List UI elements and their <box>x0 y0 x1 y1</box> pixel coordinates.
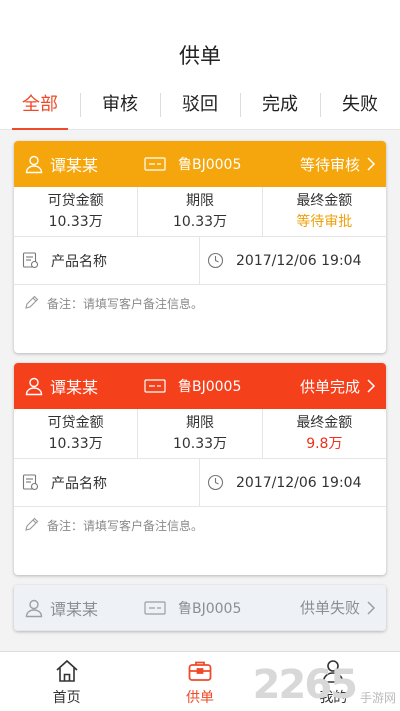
status-tabs: 全部 审核 驳回 完成 失败 <box>0 80 400 130</box>
product-cell: 产品名称 <box>14 459 200 506</box>
order-time: 2017/12/06 19:04 <box>236 252 362 269</box>
tab-failed[interactable]: 失败 <box>320 80 400 130</box>
loan-amount: 可贷金额 10.33万 <box>14 409 137 458</box>
tab-completed[interactable]: 完成 <box>240 80 320 130</box>
customer-name: 谭某某 <box>50 156 99 175</box>
customer-name: 谭某某 <box>50 599 99 619</box>
clock-icon <box>207 252 224 269</box>
plate-number: 鲁BJ0005 <box>178 379 242 395</box>
final-amount-label: 最终金额 <box>296 415 353 431</box>
card-header[interactable]: 谭某某 鲁BJ0005 供单完成 <box>14 363 386 409</box>
tab-rejected[interactable]: 驳回 <box>160 80 240 130</box>
id-card-icon <box>144 379 166 393</box>
nav-home[interactable]: 首页 <box>0 652 133 711</box>
note-row[interactable]: 备注：请填写客户备注信息。 <box>14 285 386 353</box>
id-card-icon <box>144 157 166 171</box>
note-row[interactable]: 备注：请填写客户备注信息。 <box>14 507 386 575</box>
tab-all[interactable]: 全部 <box>0 80 80 130</box>
chevron-right-icon <box>367 379 376 393</box>
nav-mine-label: 我的 <box>319 690 348 706</box>
order-card[interactable]: 谭某某 鲁BJ0005 供单失败 <box>14 585 386 631</box>
time-cell: 2017/12/06 19:04 <box>200 459 386 506</box>
pencil-icon <box>25 295 39 309</box>
amount-row: 可贷金额 10.33万 期限 10.33万 最终金额 9.8万 <box>14 409 386 459</box>
nav-home-label: 首页 <box>52 690 81 706</box>
card-header[interactable]: 谭某某 鲁BJ0005 等待审核 <box>14 141 386 187</box>
nav-orders-label: 供单 <box>185 690 214 706</box>
final-amount-value: 等待审批 <box>296 214 353 230</box>
final-amount: 最终金额 9.8万 <box>261 409 386 458</box>
customer-name: 谭某某 <box>50 378 99 397</box>
info-row: 产品名称 2017/12/06 19:04 <box>14 237 386 285</box>
time-cell: 2017/12/06 19:04 <box>200 237 386 284</box>
bottom-nav: 首页 供单 我的 <box>0 651 400 711</box>
status-badge: 供单完成 <box>299 377 360 396</box>
order-list: 谭某某 鲁BJ0005 等待审核 可贷金额 10.33万 期限 10.33万 最… <box>0 130 400 631</box>
loan-amount: 可贷金额 10.33万 <box>14 187 137 236</box>
product-name: 产品名称 <box>51 475 107 492</box>
tab-review[interactable]: 审核 <box>80 80 160 130</box>
info-row: 产品名称 2017/12/06 19:04 <box>14 459 386 507</box>
chevron-right-icon <box>367 600 376 615</box>
person-icon <box>323 660 344 683</box>
term-value: 10.33万 <box>172 436 228 452</box>
loan-amount-label: 可贷金额 <box>47 415 104 431</box>
term-label: 期限 <box>185 193 214 209</box>
plate-number: 鲁BJ0005 <box>178 157 242 173</box>
loan-amount-value: 10.33万 <box>48 436 103 452</box>
document-icon <box>22 252 39 269</box>
term-label: 期限 <box>185 415 214 431</box>
app-header: 供单 <box>0 0 400 80</box>
nav-mine[interactable]: 我的 <box>267 652 400 711</box>
plate-number: 鲁BJ0005 <box>178 600 242 617</box>
amount-row: 可贷金额 10.33万 期限 10.33万 最终金额 等待审批 <box>14 187 386 237</box>
chevron-right-icon <box>367 157 376 171</box>
term-value: 10.33万 <box>172 214 228 230</box>
user-icon <box>25 599 43 617</box>
pencil-icon <box>25 517 39 531</box>
product-name: 产品名称 <box>51 253 107 270</box>
loan-amount-label: 可贷金额 <box>47 193 104 209</box>
document-icon <box>22 474 39 491</box>
order-card[interactable]: 谭某某 鲁BJ0005 等待审核 可贷金额 10.33万 期限 10.33万 最… <box>14 141 386 353</box>
nav-orders[interactable]: 供单 <box>133 652 266 711</box>
user-icon <box>25 377 43 396</box>
note-text: 备注：请填写客户备注信息。 <box>47 297 204 311</box>
final-amount-label: 最终金额 <box>296 193 353 209</box>
note-text: 备注：请填写客户备注信息。 <box>47 519 204 533</box>
status-badge: 等待审核 <box>299 155 360 174</box>
briefcase-icon <box>188 661 212 681</box>
id-card-icon <box>144 600 166 615</box>
term: 期限 10.33万 <box>137 187 261 236</box>
status-badge: 供单失败 <box>299 599 360 617</box>
final-amount-value: 9.8万 <box>306 436 343 452</box>
final-amount: 最终金额 等待审批 <box>261 187 386 236</box>
term: 期限 10.33万 <box>137 409 261 458</box>
page-title: 供单 <box>179 44 221 68</box>
order-time: 2017/12/06 19:04 <box>236 474 362 491</box>
clock-icon <box>207 474 224 491</box>
product-cell: 产品名称 <box>14 237 200 284</box>
order-card[interactable]: 谭某某 鲁BJ0005 供单完成 可贷金额 10.33万 期限 10.33万 最… <box>14 363 386 575</box>
home-icon <box>56 659 78 682</box>
user-icon <box>25 155 43 174</box>
loan-amount-value: 10.33万 <box>48 214 103 230</box>
card-header[interactable]: 谭某某 鲁BJ0005 供单失败 <box>14 585 386 631</box>
